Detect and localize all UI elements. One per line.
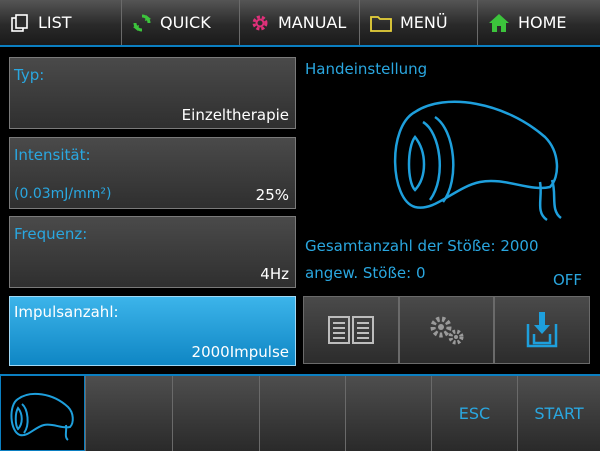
param-frequency-box[interactable]: Frequenz: 4Hz — [9, 216, 296, 288]
param-intensity-value: 25% — [255, 186, 289, 204]
download-icon — [526, 312, 558, 348]
gear-icon — [252, 15, 268, 30]
nav-menu-label: MENÜ — [400, 13, 448, 32]
folder-icon — [370, 15, 392, 32]
param-intensity-unit: (0.03mJ/mm²) — [14, 186, 112, 202]
handpiece-icon — [393, 100, 562, 222]
nav-quick-button[interactable]: QUICK — [122, 0, 240, 45]
status-indicator: OFF — [553, 271, 583, 289]
refresh-icon — [133, 14, 151, 31]
param-frequency-value: 4Hz — [260, 265, 289, 283]
param-intensity-box[interactable]: Intensität: (0.03mJ/mm²) 25% — [9, 137, 296, 209]
param-impulses-label: Impulsanzahl: — [14, 303, 119, 321]
param-frequency-label: Frequenz: — [14, 225, 88, 243]
esc-label: ESC — [458, 404, 491, 423]
handpiece-icon — [10, 392, 74, 441]
bottom-slot-4[interactable] — [345, 376, 431, 451]
nav-home-label: HOME — [518, 13, 567, 32]
total-shocks-text: Gesamtanzahl der Stöße: 2000 — [305, 237, 539, 255]
home-icon — [489, 13, 509, 32]
list-icon — [11, 13, 28, 32]
esc-button[interactable]: ESC — [431, 376, 517, 451]
gears-icon — [430, 316, 463, 345]
settings-button[interactable] — [399, 296, 494, 364]
nav-list-label: LIST — [38, 13, 72, 32]
book-icon — [328, 316, 374, 344]
bottom-slot-1[interactable] — [85, 376, 172, 451]
param-type-box[interactable]: Typ: Einzeltherapie — [9, 57, 296, 129]
start-label: START — [534, 404, 584, 423]
bottom-slot-2[interactable] — [172, 376, 259, 451]
param-impulses-box[interactable]: Impulsanzahl: 2000Impulse — [9, 296, 296, 366]
param-type-label: Typ: — [14, 66, 45, 84]
save-button[interactable] — [494, 296, 590, 364]
param-type-value: Einzeltherapie — [181, 106, 289, 124]
handpiece-title: Handeinstellung — [305, 60, 428, 78]
applied-shocks-text: angew. Stöße: 0 — [305, 264, 426, 282]
nav-list-button[interactable]: LIST — [0, 0, 122, 45]
nav-home-button[interactable]: HOME — [478, 0, 600, 45]
nav-manual-label: MANUAL — [278, 13, 347, 32]
start-button[interactable]: START — [517, 376, 600, 451]
nav-manual-button[interactable]: MANUAL — [240, 0, 360, 45]
param-intensity-label: Intensität: — [14, 146, 91, 164]
handpiece-select-button[interactable] — [0, 376, 85, 451]
nav-menu-button[interactable]: MENÜ — [360, 0, 478, 45]
param-impulses-value: 2000Impulse — [191, 343, 289, 361]
bottom-slot-3[interactable] — [259, 376, 345, 451]
manual-book-button[interactable] — [303, 296, 399, 364]
nav-quick-label: QUICK — [160, 13, 211, 32]
